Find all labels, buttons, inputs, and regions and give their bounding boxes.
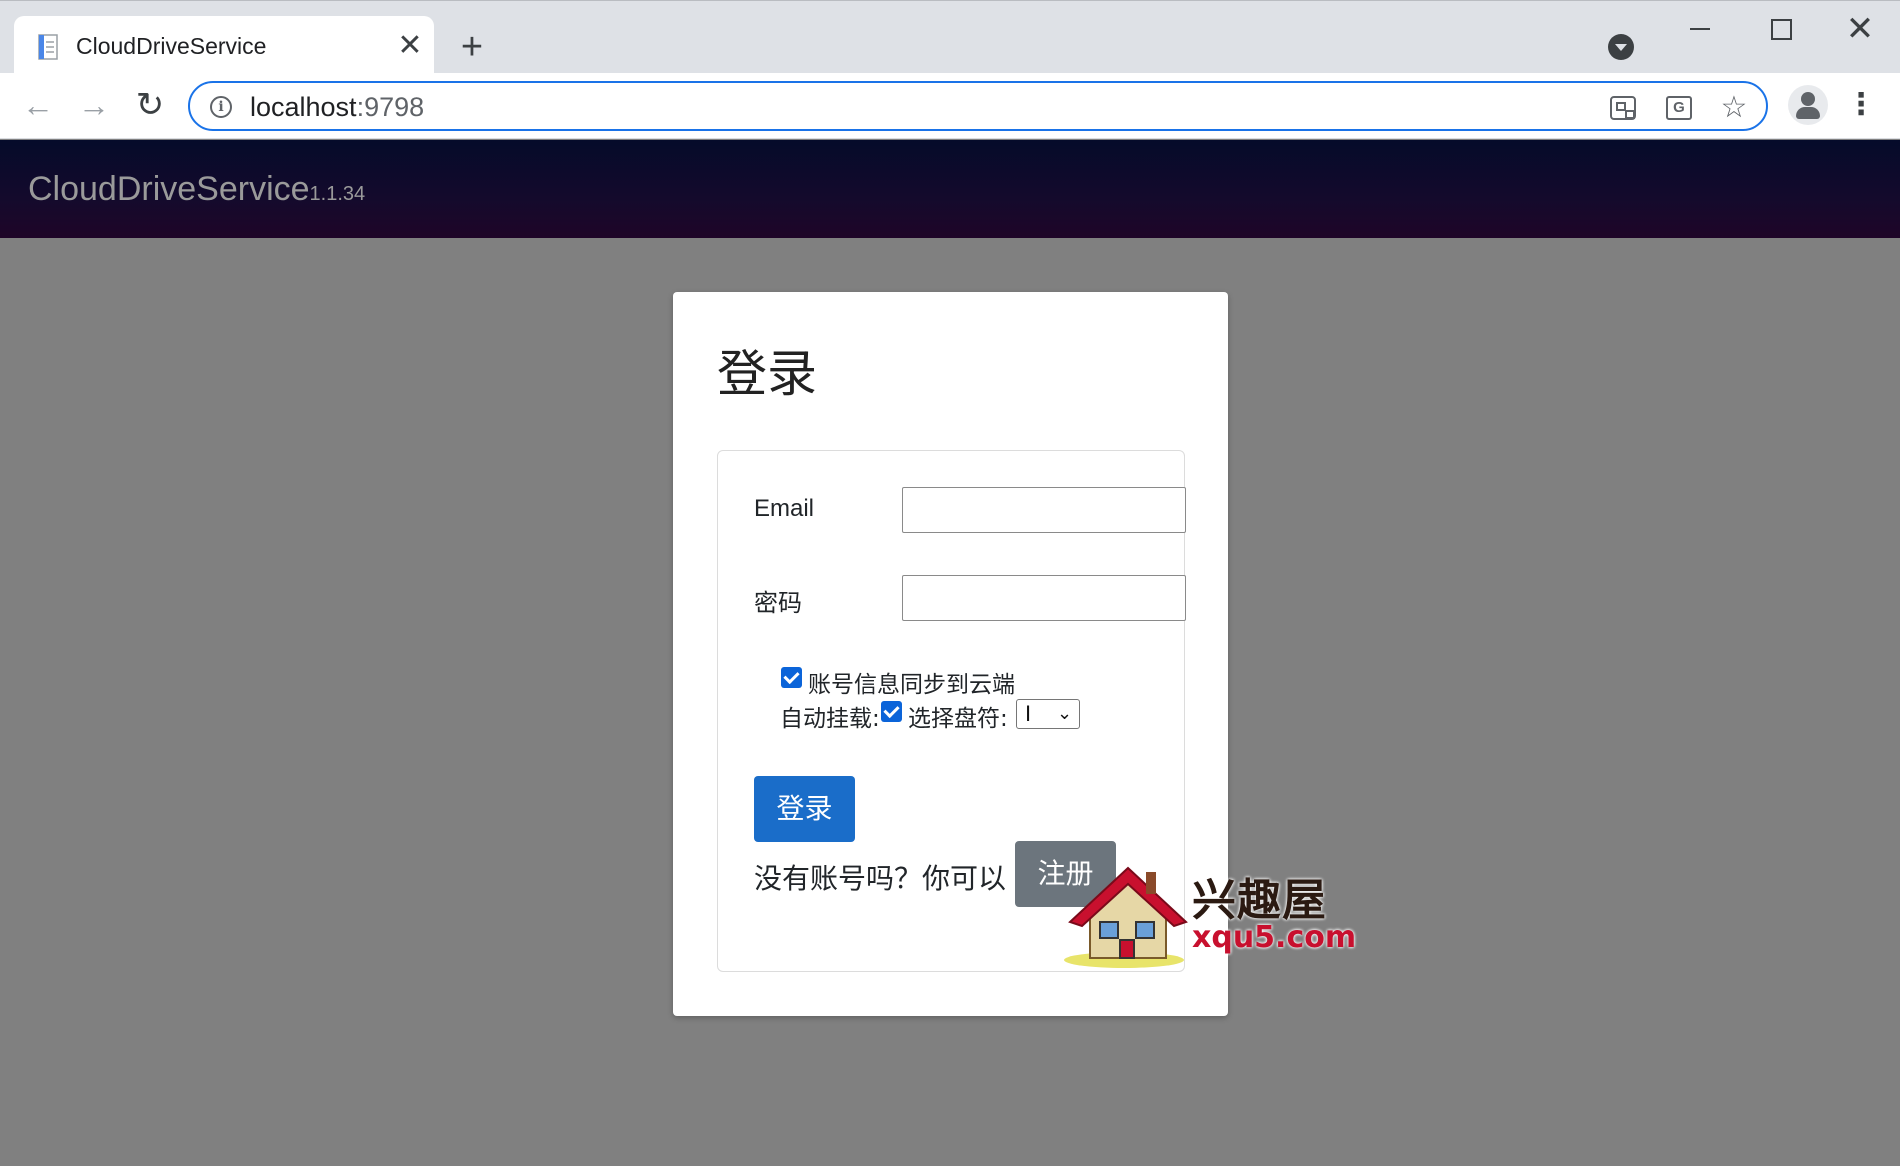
new-tab-icon[interactable]: + xyxy=(452,27,492,67)
password-field[interactable] xyxy=(902,575,1186,621)
page-title: 登录 xyxy=(717,345,817,403)
url-host: localhost xyxy=(250,92,357,122)
drive-letter-value: I xyxy=(1025,701,1032,726)
profile-body-shape xyxy=(1796,107,1820,119)
auto-mount-label: 自动挂载: xyxy=(780,706,880,732)
brand[interactable]: CloudDriveService1.1.34 xyxy=(28,170,365,209)
url-text[interactable]: localhost:9798 xyxy=(250,92,424,123)
profile-avatar-icon[interactable] xyxy=(1788,85,1828,125)
auto-mount-checkbox[interactable] xyxy=(881,701,902,722)
sync-checkbox[interactable] xyxy=(781,667,802,688)
tab-close-icon[interactable]: ✕ xyxy=(392,28,428,64)
tab-title: CloudDriveService xyxy=(76,33,267,59)
site-info-icon[interactable]: i xyxy=(210,96,232,118)
drive-letter-select[interactable]: I ⌄ xyxy=(1016,699,1080,729)
brand-name: CloudDriveService xyxy=(28,170,310,208)
install-app-icon[interactable] xyxy=(1610,96,1636,120)
back-arrow-icon[interactable]: ← xyxy=(16,83,60,127)
watermark: 兴趣屋 xqu5.com xyxy=(1062,862,1356,972)
window-maximize-icon[interactable] xyxy=(1750,9,1810,49)
window-minimize-icon[interactable] xyxy=(1670,9,1730,49)
watermark-url: xqu5.com xyxy=(1192,920,1357,955)
tab-search-icon[interactable] xyxy=(1608,34,1634,60)
bookmark-star-icon[interactable]: ☆ xyxy=(1720,93,1748,123)
menu-kebab-icon[interactable]: ⋮ xyxy=(1846,85,1876,125)
no-account-text: 没有账号吗？你可以 xyxy=(754,862,1007,895)
drive-letter-label: 选择盘符: xyxy=(908,706,1008,732)
app-header: CloudDriveService1.1.34 xyxy=(0,140,1900,238)
brand-version: 1.1.34 xyxy=(309,183,366,205)
reload-icon[interactable]: ↻ xyxy=(128,83,172,127)
browser-toolbar: ← → ↻ i localhost:9798 G ☆ ⋮ xyxy=(0,73,1900,139)
password-label: 密码 xyxy=(754,590,802,617)
sync-label: 账号信息同步到云端 xyxy=(808,672,1015,698)
watermark-text: 兴趣屋 xyxy=(1192,875,1327,926)
url-port: :9798 xyxy=(356,92,425,122)
translate-icon[interactable]: G xyxy=(1666,96,1692,120)
email-field[interactable] xyxy=(902,487,1186,533)
window-close-icon[interactable]: ✕ xyxy=(1830,9,1890,49)
document-icon xyxy=(38,34,58,60)
chevron-down-icon: ⌄ xyxy=(1057,703,1073,723)
browser-tabstrip: CloudDriveService ✕ + ✕ xyxy=(0,0,1900,76)
browser-tab[interactable]: CloudDriveService ✕ xyxy=(14,16,434,76)
email-label: Email xyxy=(754,495,815,522)
forward-arrow-icon[interactable]: → xyxy=(72,83,116,127)
house-logo-icon xyxy=(1064,866,1188,968)
profile-head-shape xyxy=(1801,92,1815,106)
address-bar[interactable]: i localhost:9798 G ☆ xyxy=(188,81,1768,131)
login-button[interactable]: 登录 xyxy=(754,776,855,842)
